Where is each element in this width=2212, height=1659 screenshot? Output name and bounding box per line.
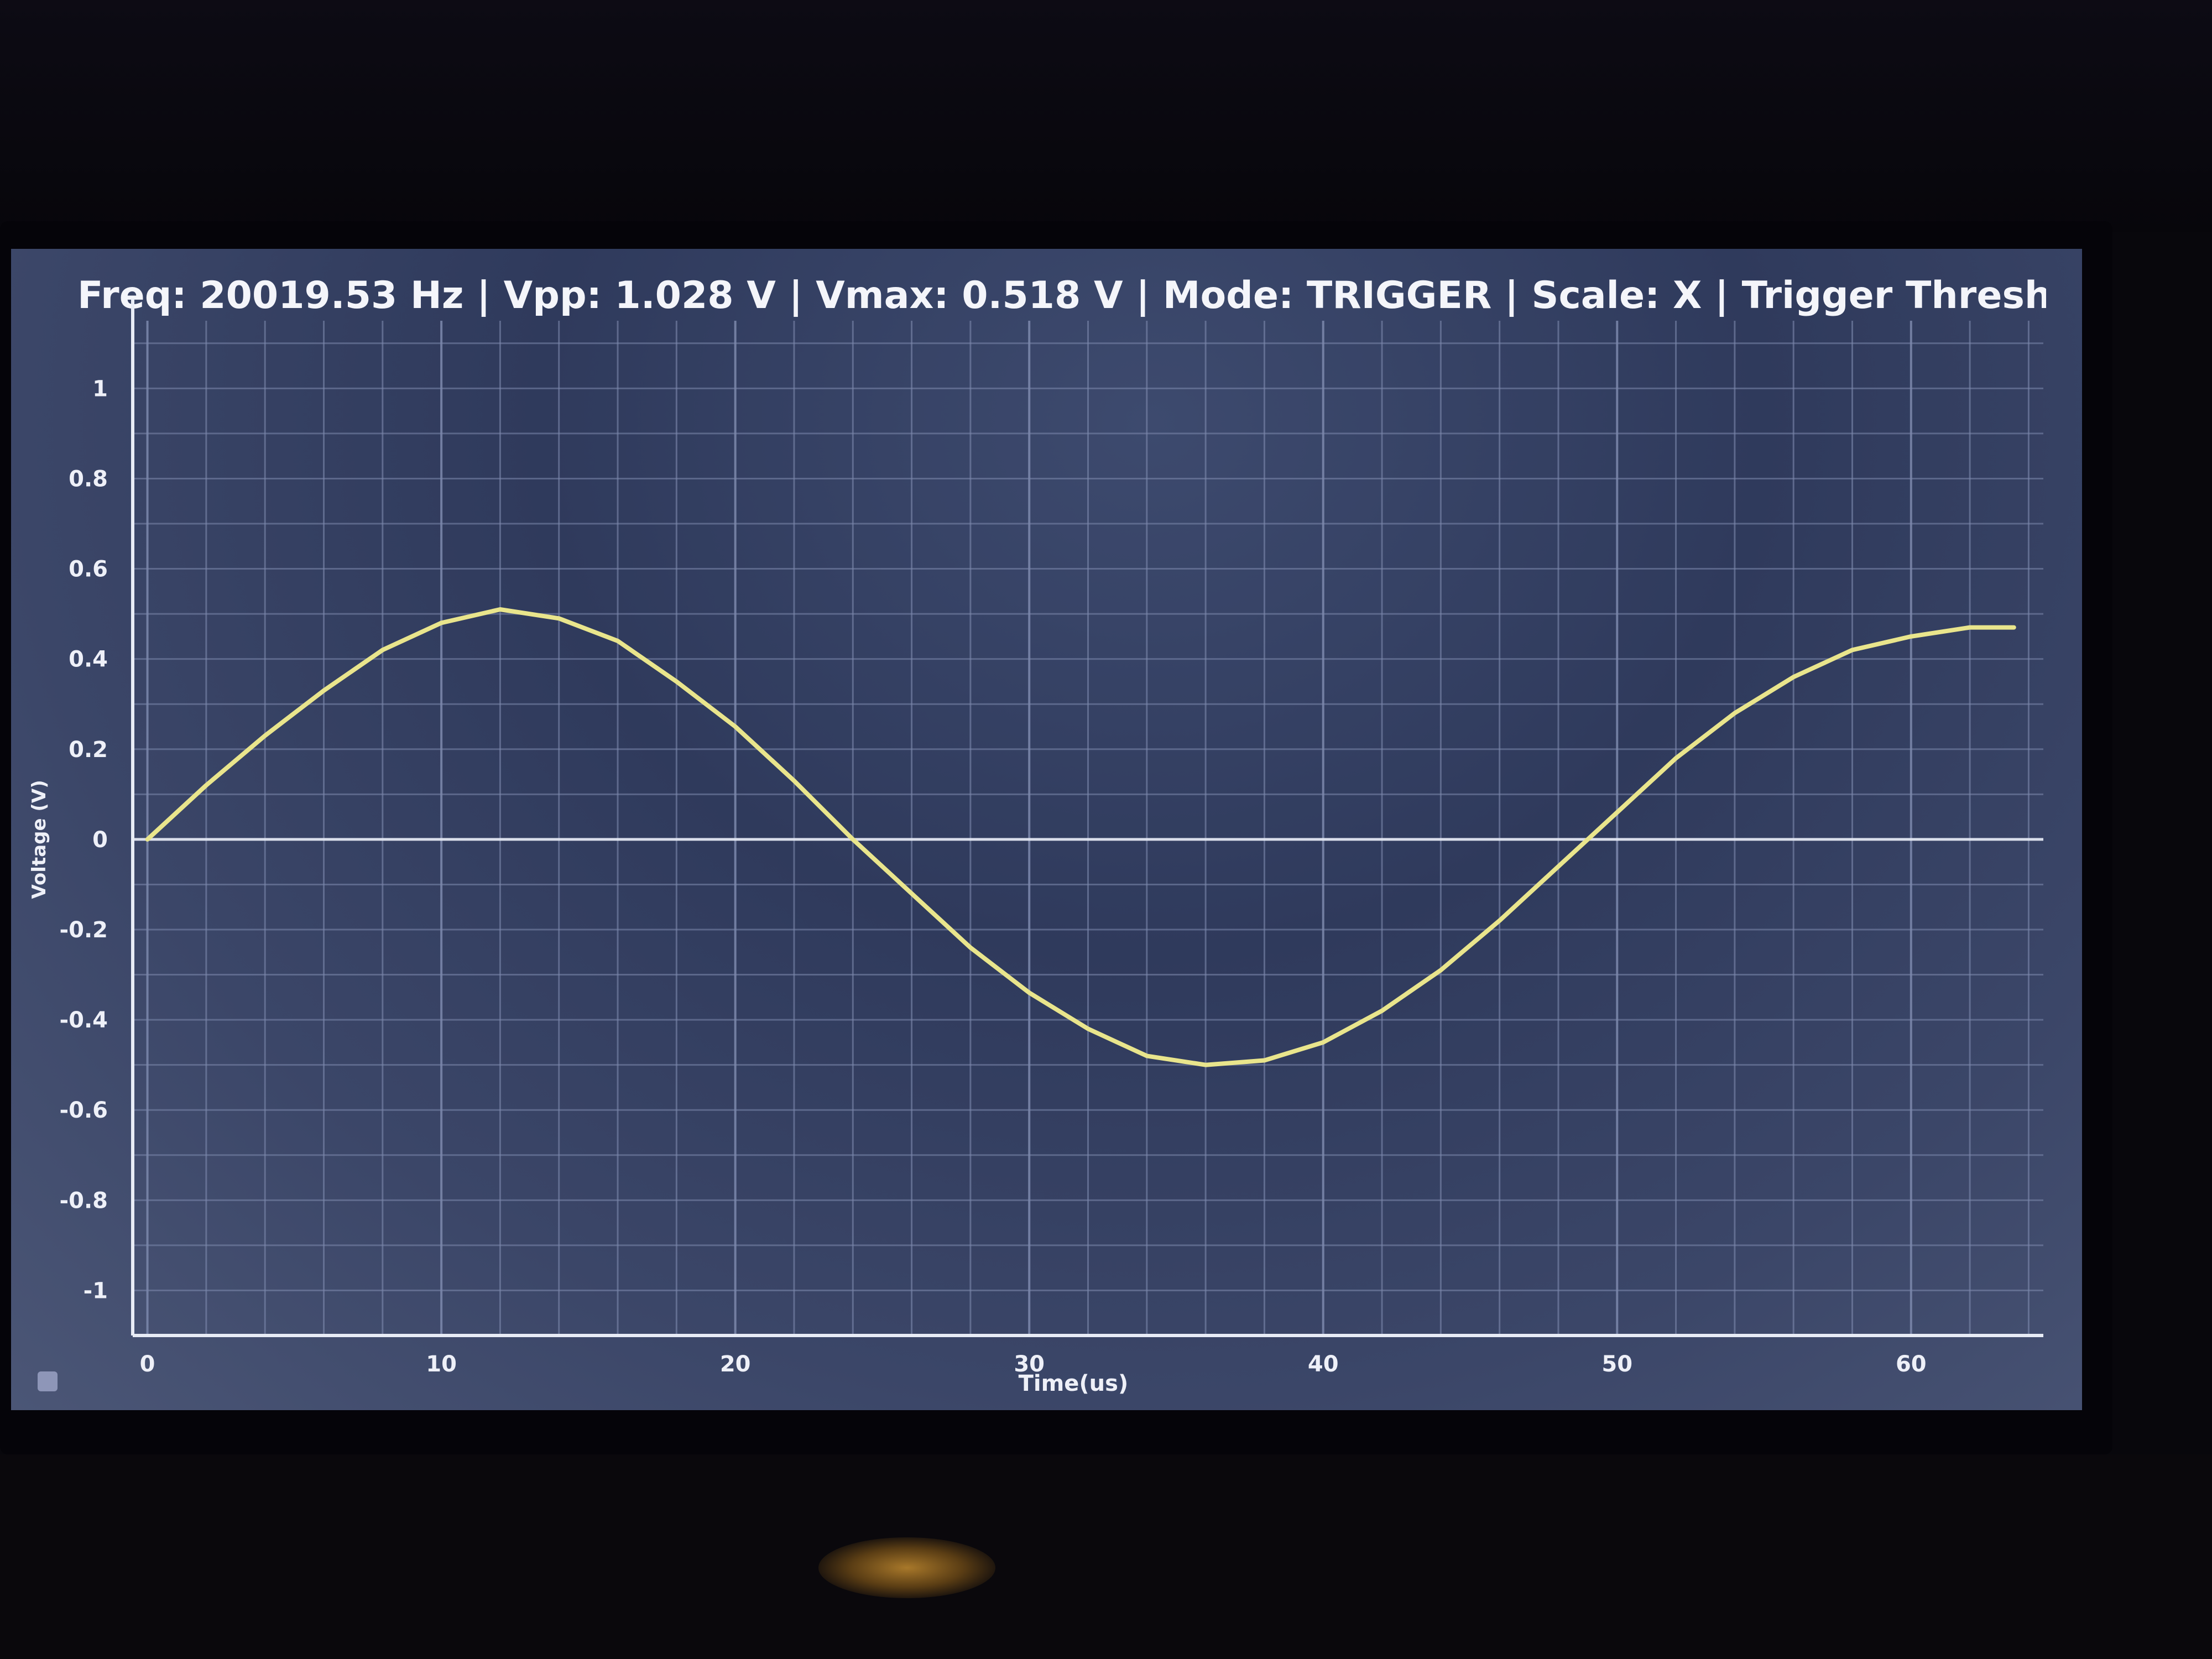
x-axis-label: Time(us) [1019,1371,1129,1396]
y-axis-label: Voltage (V) [28,780,50,899]
waveform-chart: 10.80.60.40.20-0.2-0.4-0.6-0.8-10 10 20 30 4… [28,299,2043,1396]
app-icon[interactable] [38,1371,58,1391]
y-tick-label: 0 [92,827,108,853]
x-tick-label: 50 [1601,1352,1632,1377]
y-tick-label: -0.2 [60,917,108,943]
oscilloscope-screen: Freq: 20019.53 Hz | Vpp: 1.028 V | Vmax:… [11,249,2082,1410]
x-tick-label: 40 [1308,1352,1339,1377]
y-tick-label: 0.4 [69,647,108,672]
x-tick-label: 10 [426,1352,457,1377]
tick-labels: 10.80.60.40.20-0.2-0.4-0.6-0.8-10 10 20 30 4… [60,376,1927,1377]
grid-lines [133,321,2043,1337]
background-bottom [0,1454,2212,1659]
y-tick-label: -0.4 [60,1008,108,1033]
y-tick-label: 0.2 [69,737,108,763]
x-tick-label: 20 [720,1352,751,1377]
y-tick-label: 1 [92,376,108,401]
background-top [0,0,2212,232]
x-tick-label: 60 [1896,1352,1927,1377]
y-tick-label: 0.6 [69,557,108,582]
light-reflection [818,1537,995,1598]
y-tick-label: -1 [84,1278,108,1303]
y-tick-label: -0.6 [60,1098,108,1123]
y-tick-label: -0.8 [60,1188,108,1213]
y-tick-label: 0.8 [69,466,108,492]
x-tick-label: 0 [140,1352,155,1377]
